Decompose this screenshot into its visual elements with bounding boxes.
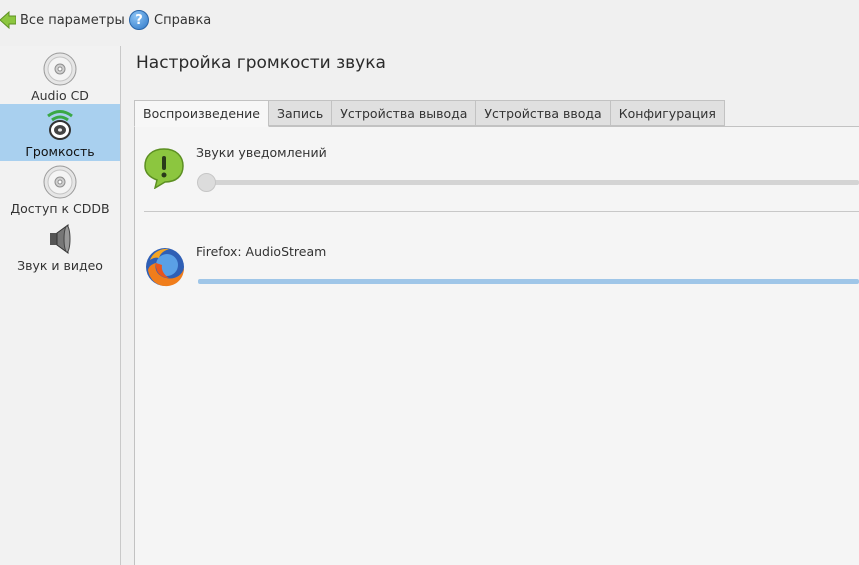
sidebar-item-audio-cd[interactable]: Audio CD [0, 48, 120, 105]
cd-icon [43, 52, 77, 86]
tab-output-devices[interactable]: Устройства вывода [332, 100, 477, 126]
sidebar-item-label: Audio CD [31, 88, 89, 103]
stream-divider [144, 211, 859, 212]
page-title: Настройка громкости звука [136, 53, 386, 73]
tab-bar: Воспроизведение Запись Устройства вывода… [134, 100, 725, 127]
tab-input-devices[interactable]: Устройства ввода [476, 100, 611, 126]
help-icon: ? [129, 10, 149, 30]
sidebar-item-label: Доступ к CDDB [10, 201, 110, 216]
tab-configuration[interactable]: Конфигурация [610, 100, 725, 126]
sidebar-item-label: Звук и видео [17, 258, 103, 273]
sidebar-item-cddb-access[interactable]: Доступ к CDDB [0, 161, 120, 218]
firefox-volume-fill [198, 279, 859, 284]
sidebar-item-volume[interactable]: Громкость [0, 104, 120, 161]
notification-volume-track[interactable] [198, 180, 859, 185]
notification-sounds-label: Звуки уведомлений [196, 145, 327, 160]
sidebar: Audio CD Громкость Доступ к CDDB Звук и … [0, 46, 121, 565]
toolbar: Все параметры ? Справка [0, 0, 859, 40]
notification-icon [144, 148, 184, 189]
tab-recording[interactable]: Запись [269, 100, 333, 126]
tab-playback[interactable]: Воспроизведение [134, 100, 269, 127]
help-button[interactable]: ? Справка [129, 8, 211, 32]
sidebar-item-label: Громкость [25, 144, 95, 159]
help-label: Справка [154, 12, 212, 28]
all-settings-button[interactable]: Все параметры [0, 8, 125, 32]
back-arrow-icon [0, 10, 16, 30]
sidebar-item-sound-video[interactable]: Звук и видео [0, 218, 120, 275]
speaker-icon [50, 224, 71, 254]
firefox-stream-label: Firefox: AudioStream [196, 244, 327, 259]
playback-panel [134, 126, 859, 565]
firefox-volume-slider[interactable] [198, 279, 859, 284]
volume-icon [47, 110, 73, 140]
notification-volume-slider[interactable] [197, 173, 216, 192]
all-settings-label: Все параметры [20, 12, 125, 28]
cd-icon [43, 165, 77, 199]
firefox-icon [146, 248, 184, 287]
